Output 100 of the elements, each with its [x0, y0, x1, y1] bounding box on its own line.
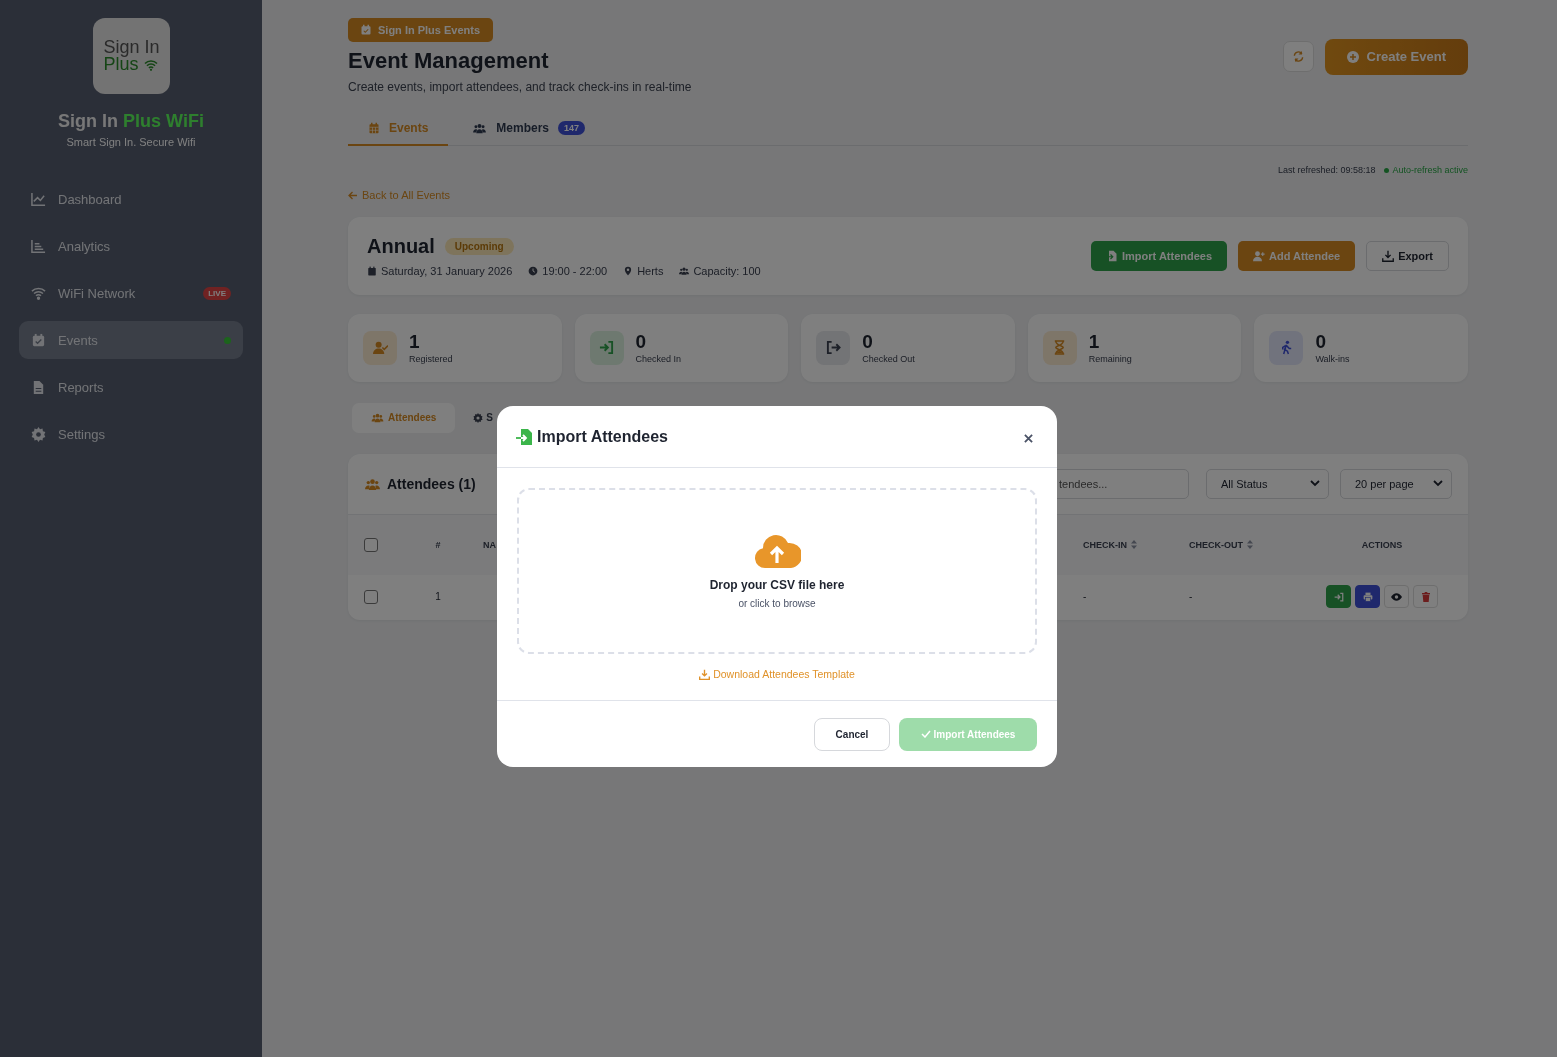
chevron-down-icon — [1433, 480, 1443, 487]
event-location: Herts — [637, 264, 664, 277]
chart-icon — [31, 238, 46, 254]
column-header: CHECK-OUT — [1189, 539, 1243, 550]
people-icon — [364, 476, 381, 491]
nav-item[interactable]: Reports — [19, 368, 243, 406]
import-button[interactable]: Import Attendees — [1091, 240, 1228, 271]
gear-icon — [473, 412, 484, 423]
cancel-button[interactable]: Cancel — [814, 717, 890, 751]
stat-value: 0 — [862, 331, 874, 353]
brand-name: Sign In — [58, 111, 119, 132]
file-import-icon — [516, 427, 533, 446]
user-check-icon — [372, 340, 388, 355]
table-cell: - — [1189, 591, 1193, 602]
sign-in-icon — [1333, 591, 1344, 602]
nav-item[interactable]: Analytics — [19, 227, 243, 265]
trash-icon — [1421, 591, 1430, 602]
modal-title: Import Attendees — [537, 427, 669, 446]
drop-zone-hint: or click to browse — [738, 597, 816, 609]
calendar-icon — [360, 24, 372, 36]
status-badge: Upcoming — [444, 237, 514, 255]
nav-item[interactable]: Dashboard — [19, 180, 243, 218]
status-dot — [1384, 167, 1390, 173]
plus-circle-icon — [1346, 50, 1359, 63]
view-button[interactable] — [1384, 585, 1409, 608]
stat-label: Walk-ins — [1315, 354, 1350, 364]
column-header: # — [435, 539, 441, 550]
eye-icon — [1391, 592, 1402, 601]
stat-label: Registered — [409, 354, 453, 364]
tab[interactable]: Events — [348, 111, 449, 146]
printer-icon — [1362, 591, 1373, 602]
chart-icon — [31, 191, 46, 207]
tab[interactable]: Members 147 — [452, 111, 606, 146]
people-icon — [371, 412, 384, 423]
sign-in-icon — [599, 340, 615, 355]
event-date: Saturday, 31 January 2026 — [381, 264, 513, 277]
drop-zone[interactable]: Drop your CSV file here or click to browse — [517, 488, 1037, 654]
stat-value: 1 — [1088, 331, 1101, 353]
logo-text: Sign In — [103, 37, 160, 57]
page-badge: Sign In Plus Events — [348, 18, 494, 42]
pin-icon — [623, 265, 634, 276]
wifi-icon — [31, 285, 46, 301]
cloud-upload-icon — [753, 533, 801, 568]
event-capacity: Capacity: 100 — [693, 264, 761, 277]
refresh-button[interactable] — [1282, 41, 1314, 72]
checkbox[interactable] — [364, 537, 378, 552]
download-icon — [1382, 249, 1395, 262]
calendar-icon — [368, 121, 380, 134]
column-header: CHECK-IN — [1083, 539, 1127, 550]
back-link[interactable]: Back to All Events — [348, 189, 451, 201]
create-event-button[interactable]: Create Event — [1324, 38, 1468, 75]
event-name: Annual — [367, 234, 435, 258]
people-icon — [472, 121, 488, 134]
last-refreshed-text: Last refreshed: 09:58:18 — [1277, 165, 1376, 175]
stat-label: Checked Out — [862, 354, 915, 364]
calendar-icon — [367, 265, 377, 276]
table-cell: 1 — [435, 591, 441, 602]
table-cell: - — [1083, 591, 1087, 602]
check-icon — [920, 730, 931, 738]
refresh-icon — [1292, 51, 1304, 62]
template-link[interactable]: Download Attendees Template — [699, 668, 855, 680]
stat-value: 0 — [635, 331, 648, 353]
nav-item[interactable]: Settings — [19, 415, 243, 453]
wifi-icon — [143, 58, 158, 71]
calendar-icon — [31, 332, 46, 348]
delete-button[interactable] — [1413, 585, 1438, 608]
user-plus-icon — [1253, 249, 1266, 262]
print-button[interactable] — [1355, 585, 1380, 608]
check-in-button[interactable] — [1326, 585, 1351, 608]
checkbox[interactable] — [364, 589, 378, 604]
download-icon — [699, 668, 711, 680]
stat-value: 1 — [409, 331, 421, 353]
brand-name: Plus WiFi — [123, 111, 204, 132]
nav-item[interactable]: WiFi Network LIVE — [19, 274, 243, 312]
column-header: NA — [483, 539, 496, 550]
live-badge: LIVE — [203, 286, 231, 300]
close-icon — [1024, 433, 1033, 443]
tagline: Smart Sign In. Secure Wifi — [66, 136, 196, 148]
auto-refresh-text: Auto-refresh active — [1392, 165, 1468, 175]
stat-label: Checked In — [635, 354, 682, 364]
tab[interactable]: S — [459, 402, 513, 433]
dropdown[interactable]: All Status — [1206, 468, 1329, 499]
file-import-icon — [1106, 249, 1118, 262]
clock-icon — [528, 265, 539, 276]
tab[interactable]: Attendees — [352, 402, 456, 433]
gear-icon — [31, 426, 46, 442]
sign-out-icon — [825, 340, 841, 355]
event-time: 19:00 - 22:00 — [542, 264, 608, 277]
stat-label: Remaining — [1088, 354, 1132, 364]
document-icon — [31, 379, 46, 395]
page-subtitle: Create events, import attendees, and track check-ins in real-time — [348, 80, 692, 94]
people-icon — [679, 265, 690, 276]
column-header: ACTIONS — [1361, 539, 1403, 550]
dropdown[interactable]: 20 per page — [1340, 468, 1452, 499]
page-title: Event Management — [348, 48, 550, 74]
export-button[interactable]: Export — [1366, 240, 1449, 271]
count-badge: 147 — [558, 120, 586, 135]
arrow-left-icon — [348, 190, 358, 200]
drop-zone-title: Drop your CSV file here — [709, 577, 845, 592]
add-attendee-button[interactable]: Add Attendee — [1238, 240, 1356, 271]
